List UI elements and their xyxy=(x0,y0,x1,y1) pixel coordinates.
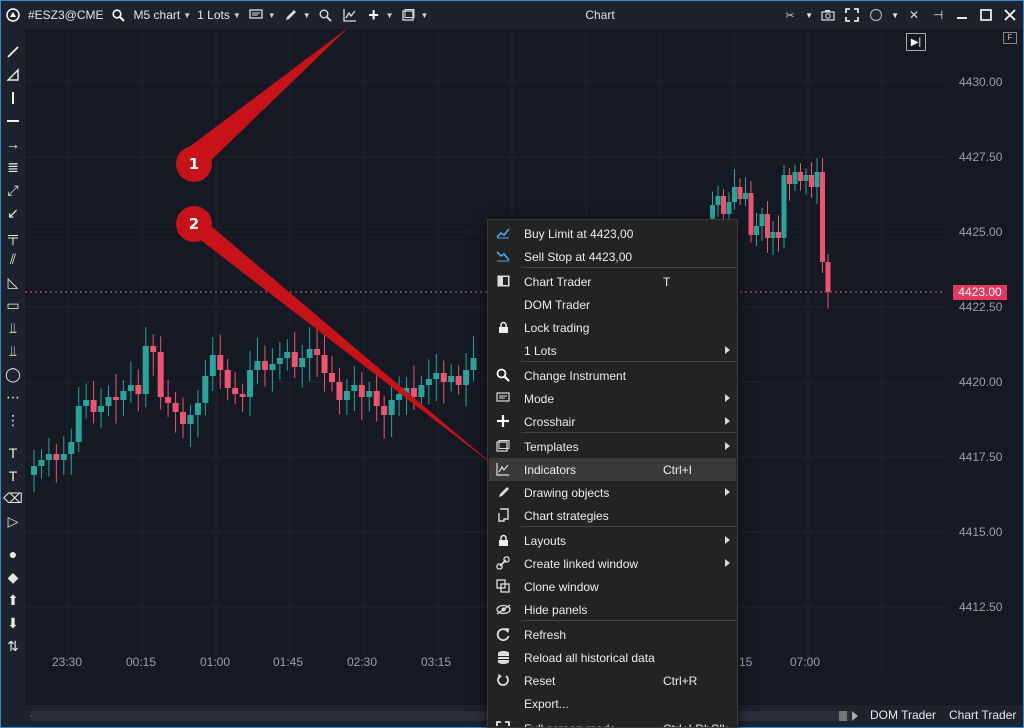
callout-arrow-2 xyxy=(185,215,497,468)
callout-arrow-1 xyxy=(185,27,349,170)
callout-arrows xyxy=(185,27,497,468)
callout-badge-2: 2 xyxy=(176,206,212,242)
callout-badge-1: 1 xyxy=(176,146,212,182)
